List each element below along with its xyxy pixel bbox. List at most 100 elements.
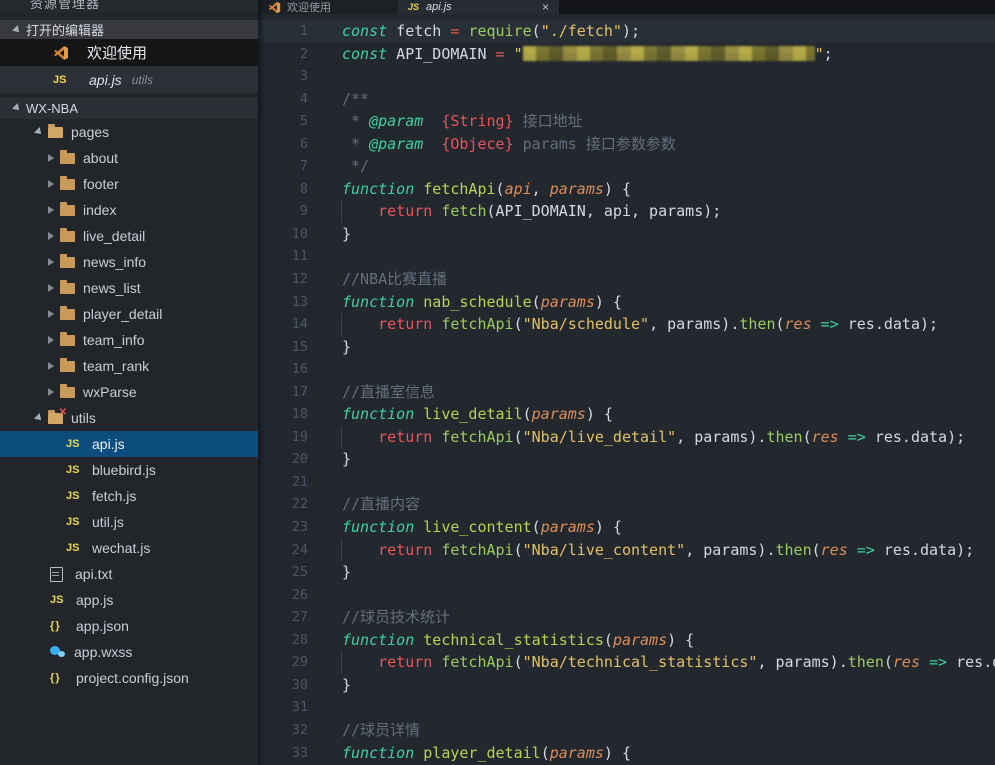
code-line-24[interactable]: 24 return fetchApi("Nba/live_content", p…: [258, 538, 995, 562]
code-line-25[interactable]: 25}: [258, 561, 995, 584]
folder-icon: [60, 357, 75, 372]
chevron-collapsed-icon: [48, 284, 54, 292]
code-line-22[interactable]: 22 //直播内容: [258, 493, 995, 516]
code-line-content: const API_DOMAIN = " ";: [342, 44, 833, 63]
js-file-icon: JS: [66, 490, 80, 502]
code-line-19[interactable]: 19 return fetchApi("Nba/live_detail", pa…: [258, 425, 995, 449]
sidebar-item-live-detail[interactable]: live_detail: [0, 223, 258, 249]
line-number: 33: [291, 744, 308, 761]
chevron-collapsed-icon: [48, 206, 54, 214]
code-line-9[interactable]: 9 return fetch(API_DOMAIN, api, params);: [258, 200, 995, 223]
code-line-29[interactable]: 29 return fetchApi("Nba/technical_statis…: [258, 651, 995, 674]
sidebar-item-wechat-js[interactable]: JS wechat.js: [0, 535, 258, 561]
code-line-content: function technical_statistics(params) {: [342, 630, 695, 649]
open-editors-header-label: 打开的编辑器: [26, 23, 105, 38]
project-root-header[interactable]: WX-NBA: [0, 97, 258, 119]
sidebar-item-api-txt[interactable]: api.txt: [0, 561, 258, 587]
js-file-icon: JS: [66, 438, 80, 450]
line-number: 14: [291, 316, 308, 333]
sidebar-item-index[interactable]: index: [0, 197, 258, 223]
code-line-33[interactable]: 33 function player_detail(params) {: [258, 742, 995, 765]
code-line-1[interactable]: 1 const fetch = require("./fetch");: [258, 20, 995, 43]
sidebar-item-player-detail[interactable]: player_detail: [0, 301, 258, 327]
code-line-31[interactable]: 31: [258, 696, 995, 719]
chevron-collapsed-icon: [48, 310, 54, 318]
sidebar-item-news-info[interactable]: news_info: [0, 249, 258, 275]
folder-icon: [60, 305, 75, 320]
code-line-15[interactable]: 15}: [258, 336, 995, 359]
code-line-content: */: [342, 157, 370, 176]
chevron-collapsed-icon: [48, 180, 54, 188]
sidebar-item-utils[interactable]: utils: [0, 405, 258, 431]
code-line-6[interactable]: 6 * @param {Objece} params 接口参数参数: [258, 133, 995, 156]
sidebar-item-pages[interactable]: pages: [0, 119, 258, 145]
code-line-16[interactable]: 16: [258, 358, 995, 381]
code-line-20[interactable]: 20}: [258, 448, 995, 471]
editor-group: 欢迎使用 JS api.js × 1 const fetch = require(…: [258, 0, 995, 765]
sidebar-item-app-wxss[interactable]: app.wxss: [0, 639, 258, 665]
code-line-3[interactable]: 3: [258, 65, 995, 88]
sidebar-item-api-js[interactable]: JS api.js: [0, 431, 258, 457]
line-number: 16: [291, 361, 308, 378]
js-file-icon: JS: [50, 594, 64, 606]
sidebar-item-team-info[interactable]: team_info: [0, 327, 258, 353]
sidebar-item-app-json[interactable]: { } app.json: [0, 613, 258, 639]
folder-icon: [60, 149, 75, 164]
code-line-5[interactable]: 5 * @param {String} 接口地址: [258, 110, 995, 133]
chevron-collapsed-icon: [48, 336, 54, 344]
code-editor[interactable]: 1 const fetch = require("./fetch"); 2 const…: [258, 14, 995, 765]
folder-icon: [60, 175, 75, 190]
item-label: player_detail: [83, 306, 163, 322]
sidebar-item-project-config-json[interactable]: { } project.config.json: [0, 665, 258, 691]
sidebar-item-about[interactable]: about: [0, 145, 258, 171]
open-editor-item-api.js[interactable]: JS api.js utils: [0, 66, 258, 93]
code-line-23[interactable]: 23 function live_content(params) {: [258, 516, 995, 539]
explorer-title-label: 资源管理器: [30, 0, 101, 11]
open-editors-header[interactable]: 打开的编辑器: [0, 20, 258, 39]
code-line-11[interactable]: 11: [258, 245, 995, 268]
code-line-content: return fetchApi("Nba/live_content", para…: [378, 540, 975, 559]
folder-icon: [60, 279, 75, 294]
line-number: 19: [291, 428, 308, 445]
sidebar-item-news-list[interactable]: news_list: [0, 275, 258, 301]
sidebar-item-footer[interactable]: footer: [0, 171, 258, 197]
code-line-17[interactable]: 17 //直播室信息: [258, 381, 995, 404]
folder-icon: [60, 331, 75, 346]
tab-apijs[interactable]: JS api.js ×: [398, 0, 559, 14]
line-number: 7: [299, 158, 308, 175]
code-line-14[interactable]: 14 return fetchApi("Nba/schedule", param…: [258, 313, 995, 336]
code-line-32[interactable]: 32 //球员详情: [258, 719, 995, 742]
code-line-content: //球员技术统计: [342, 608, 451, 627]
wechat-style-file-icon: [50, 645, 66, 659]
code-line-10[interactable]: 10}: [258, 223, 995, 246]
code-line-30[interactable]: 30}: [258, 674, 995, 697]
sidebar-item-team-rank[interactable]: team_rank: [0, 353, 258, 379]
sidebar-item-util-js[interactable]: JS util.js: [0, 509, 258, 535]
sidebar-item-bluebird-js[interactable]: JS bluebird.js: [0, 457, 258, 483]
code-line-27[interactable]: 27 //球员技术统计: [258, 606, 995, 629]
item-label: utils: [71, 410, 96, 426]
line-number: 10: [291, 225, 308, 242]
code-line-26[interactable]: 26: [258, 584, 995, 607]
sidebar-item-wxParse[interactable]: wxParse: [0, 379, 258, 405]
sidebar-item-fetch-js[interactable]: JS fetch.js: [0, 483, 258, 509]
js-file-icon: JS: [66, 464, 80, 476]
sidebar-item-app-js[interactable]: JS app.js: [0, 587, 258, 613]
line-number: 27: [291, 609, 308, 626]
code-line-8[interactable]: 8 function fetchApi(api, params) {: [258, 178, 995, 201]
code-line-4[interactable]: 4 /**: [258, 88, 995, 111]
code-line-13[interactable]: 13 function nab_schedule(params) {: [258, 291, 995, 314]
code-line-content: function nab_schedule(params) {: [342, 292, 622, 311]
code-line-12[interactable]: 12 //NBA比赛直播: [258, 268, 995, 291]
item-label: team_info: [83, 332, 145, 348]
close-icon[interactable]: ×: [542, 1, 549, 13]
code-line-18[interactable]: 18 function live_detail(params) {: [258, 403, 995, 426]
open-editor-item-欢迎使用[interactable]: 欢迎使用: [0, 39, 258, 66]
tab-welcome[interactable]: 欢迎使用: [258, 0, 398, 14]
code-line-28[interactable]: 28 function technical_statistics(params) …: [258, 629, 995, 652]
code-line-7[interactable]: 7 */: [258, 155, 995, 178]
explorer-sidebar: 资源管理器 打开的编辑器 欢迎使用 JS api.js utils WX-NBA pa…: [0, 0, 258, 765]
text-file-icon: [50, 566, 63, 582]
code-line-2[interactable]: 2 const API_DOMAIN = " ";: [258, 43, 995, 66]
code-line-21[interactable]: 21: [258, 471, 995, 494]
